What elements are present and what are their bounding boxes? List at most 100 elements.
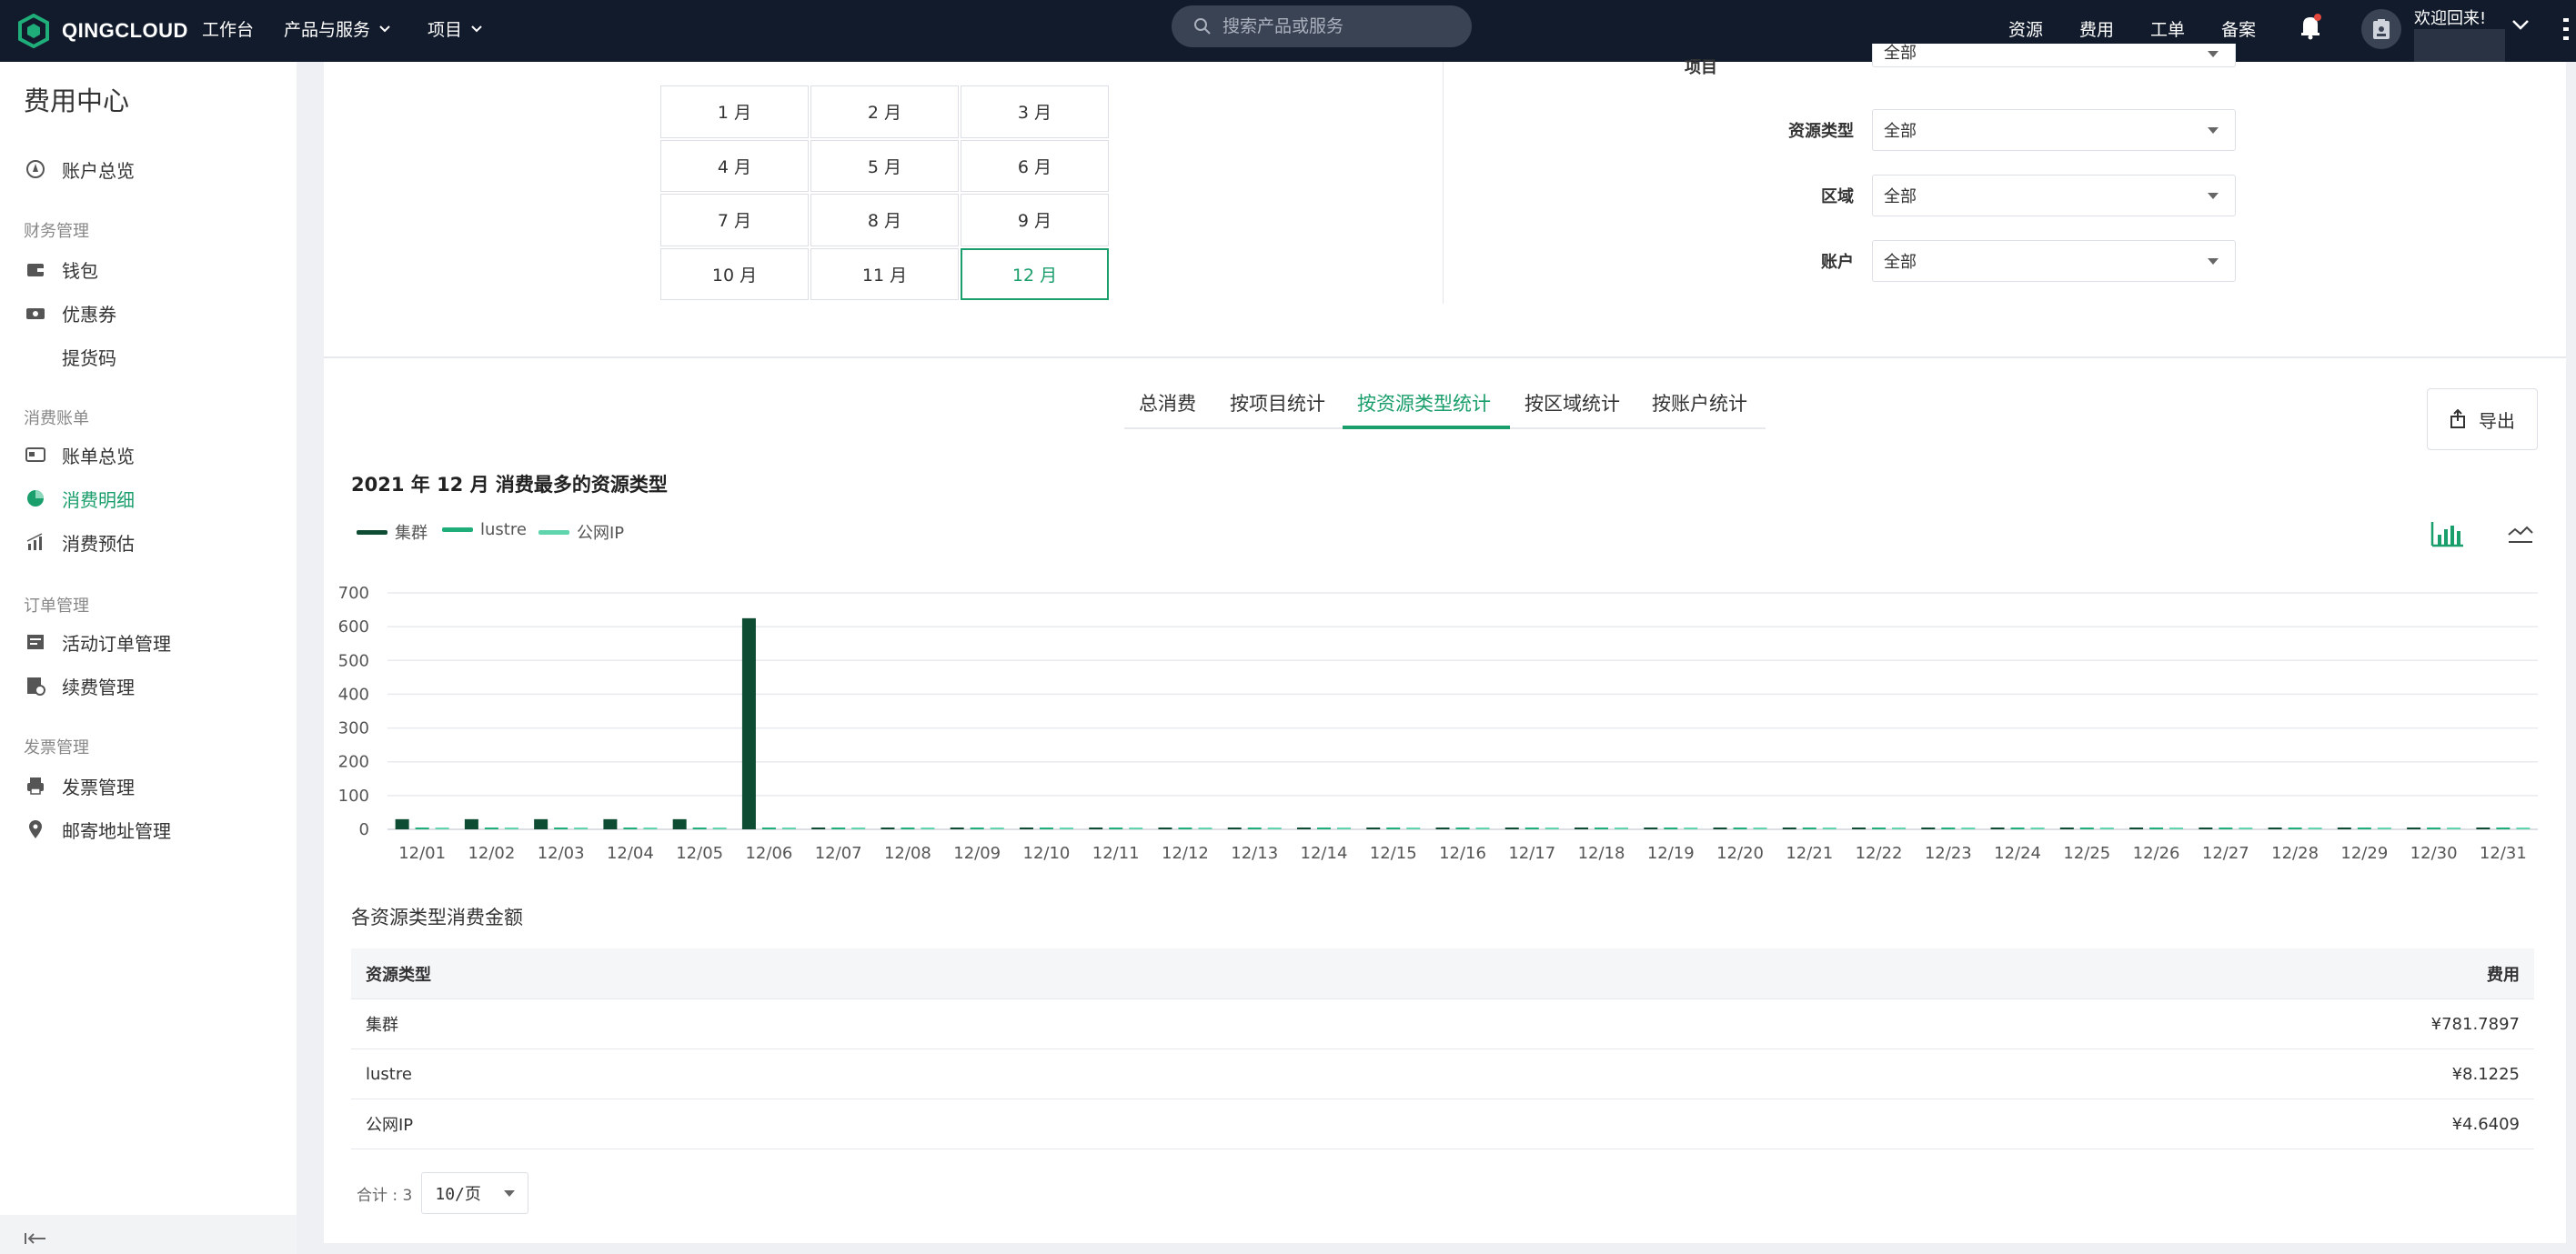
bar-公网IP <box>1545 828 1559 829</box>
bar-lustre <box>761 828 776 829</box>
sidebar-item-consumption-forecast[interactable]: 消费预估 <box>25 522 135 562</box>
bar-公网IP <box>1267 828 1282 829</box>
nav-workbench[interactable]: 工作台 <box>202 16 254 41</box>
nav-projects[interactable]: 项目 <box>428 16 484 41</box>
bar-集群 <box>2407 828 2421 829</box>
month-cell[interactable]: 3 月 <box>961 85 1109 138</box>
tab-active-indicator <box>1343 426 1510 429</box>
sidebar-item-account-overview[interactable]: 账户总览 <box>25 149 135 189</box>
column-header[interactable]: 资源类型 <box>366 962 431 986</box>
nav-icp[interactable]: 备案 <box>2221 16 2256 41</box>
project-select[interactable]: 全部 <box>1872 44 2236 67</box>
bar-公网IP <box>1129 828 1143 829</box>
month-cell[interactable]: 8 月 <box>810 194 959 246</box>
user-menu[interactable] <box>2511 15 2531 39</box>
bar-公网IP <box>1615 828 1629 829</box>
sidebar-item-consumption-detail[interactable]: 消费明细 <box>25 478 135 518</box>
logo[interactable]: QINGCLOUD <box>16 11 188 51</box>
sidebar-item-bill-overview[interactable]: 账单总览 <box>25 435 135 475</box>
tab-total[interactable]: 总消费 <box>1139 389 1196 416</box>
bar-lustre <box>970 828 984 829</box>
bar-公网IP <box>504 828 518 829</box>
month-cell[interactable]: 9 月 <box>961 194 1109 246</box>
line-chart-toggle[interactable] <box>2507 522 2534 550</box>
legend-item[interactable]: lustre <box>442 520 527 539</box>
bar-集群 <box>880 828 895 829</box>
bar-lustre <box>415 828 429 829</box>
bar-lustre <box>692 828 707 829</box>
x-tick-label: 12/05 <box>676 844 723 863</box>
x-tick-label: 12/10 <box>1023 844 1071 863</box>
bar-公网IP <box>2447 828 2461 829</box>
bar-lustre <box>1872 828 1887 829</box>
sidebar-item-invoice-management[interactable]: 发票管理 <box>25 766 135 806</box>
bar-集群 <box>1713 828 1727 829</box>
x-tick-label: 12/28 <box>2271 844 2319 863</box>
pagination: 合计 : 3 10/页 <box>357 1172 529 1214</box>
x-tick-label: 12/08 <box>884 844 931 863</box>
nav-products[interactable]: 产品与服务 <box>284 16 392 41</box>
tab-by-region[interactable]: 按区域统计 <box>1524 389 1620 416</box>
bar-公网IP <box>851 828 866 829</box>
sidebar-item-pickup-code[interactable]: 提货码 <box>62 336 116 376</box>
notifications[interactable] <box>2298 13 2323 45</box>
month-cell[interactable]: 5 月 <box>810 139 959 192</box>
sidebar-item-coupons[interactable]: 优惠券 <box>25 293 116 333</box>
bar-集群 <box>1852 828 1867 829</box>
tab-by-account[interactable]: 按账户统计 <box>1652 389 1747 416</box>
cost-table: 资源类型 费用 集群 ¥781.7897 lustre ¥8.1225 公网IP… <box>351 948 2534 1149</box>
bar-公网IP <box>2099 828 2114 829</box>
column-header[interactable]: 费用 <box>2487 962 2520 986</box>
bar-集群 <box>2129 828 2144 829</box>
table-cell: ¥8.1225 <box>2451 1064 2520 1084</box>
sidebar-item-mailing-address[interactable]: 邮寄地址管理 <box>25 809 171 849</box>
bar-lustre <box>901 828 915 829</box>
sidebar-group-finance: 财务管理 <box>24 222 89 241</box>
month-cell[interactable]: 1 月 <box>660 85 809 138</box>
bar-集群 <box>1366 828 1381 829</box>
month-cell[interactable]: 11 月 <box>810 247 959 300</box>
legend-item[interactable]: 集群 <box>357 520 428 544</box>
table-cell: ¥781.7897 <box>2430 1014 2520 1034</box>
account-select[interactable]: 全部 <box>1872 240 2236 282</box>
nav-resources[interactable]: 资源 <box>2008 16 2043 41</box>
bar-lustre <box>1386 828 1401 829</box>
month-cell[interactable]: 2 月 <box>810 85 959 138</box>
export-button[interactable]: 导出 <box>2427 388 2538 450</box>
divider <box>1443 62 1444 304</box>
month-cell[interactable]: 6 月 <box>961 139 1109 192</box>
page-size-select[interactable]: 10/页 <box>421 1172 529 1214</box>
month-cell-selected[interactable]: 12 月 <box>961 247 1109 300</box>
sidebar-collapse[interactable] <box>0 1215 297 1254</box>
x-tick-label: 12/13 <box>1231 844 1278 863</box>
tab-by-project[interactable]: 按项目统计 <box>1230 389 1325 416</box>
nav-tickets[interactable]: 工单 <box>2150 16 2185 41</box>
nav-billing[interactable]: 费用 <box>2079 16 2114 41</box>
search-input[interactable] <box>1223 16 1450 36</box>
bar-集群 <box>1435 828 1450 829</box>
resource-type-select[interactable]: 全部 <box>1872 109 2236 151</box>
legend-item[interactable]: 公网IP <box>538 520 624 544</box>
sidebar-item-active-orders[interactable]: 活动订单管理 <box>25 622 171 662</box>
month-cell[interactable]: 4 月 <box>660 139 809 192</box>
table-row: 公网IP ¥4.6409 <box>351 1099 2534 1149</box>
bar-chart-toggle[interactable] <box>2430 520 2465 552</box>
bar-集群 <box>2268 828 2282 829</box>
search-box[interactable] <box>1172 5 1472 47</box>
sidebar-item-renewal[interactable]: 续费管理 <box>25 666 135 706</box>
y-tick-label: 0 <box>359 820 369 839</box>
location-pin-icon <box>29 820 42 838</box>
x-tick-label: 12/26 <box>2133 844 2180 863</box>
bar-集群 <box>1504 828 1519 829</box>
bar-集群 <box>1019 828 1033 829</box>
tab-by-resource-type[interactable]: 按资源类型统计 <box>1357 389 1491 416</box>
month-cell[interactable]: 10 月 <box>660 247 809 300</box>
sidebar-item-wallet[interactable]: 钱包 <box>25 249 98 289</box>
more-menu[interactable] <box>2561 16 2571 48</box>
search-icon <box>1194 18 1211 35</box>
bar-chart-icon <box>2430 522 2463 547</box>
month-cell[interactable]: 7 月 <box>660 194 809 246</box>
x-tick-label: 12/23 <box>1925 844 1972 863</box>
avatar[interactable] <box>2361 9 2401 49</box>
region-select[interactable]: 全部 <box>1872 175 2236 216</box>
